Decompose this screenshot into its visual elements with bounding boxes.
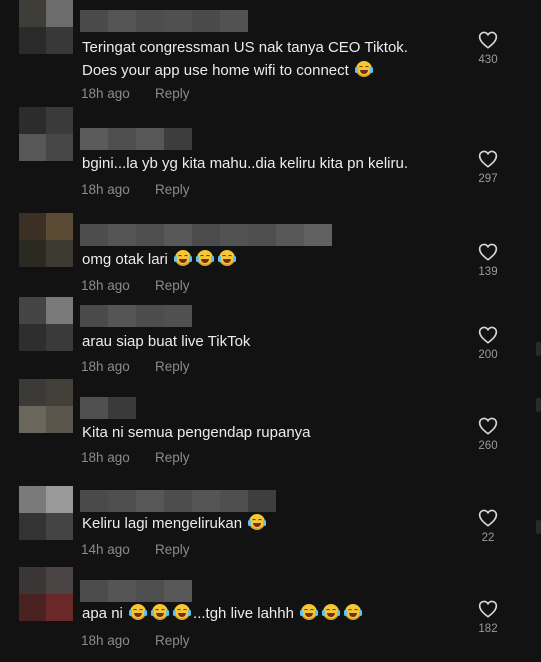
laughing-emoji-icon <box>174 250 193 266</box>
reply-button[interactable]: Reply <box>155 182 190 197</box>
laughing-emoji-icon <box>322 604 341 620</box>
laughing-emoji-icon <box>355 61 373 77</box>
like-button[interactable]: 297 <box>472 150 504 185</box>
timestamp: 18h ago <box>81 359 130 374</box>
avatar[interactable] <box>19 213 73 267</box>
comment-text: apa ni ...tgh live lahhh <box>82 602 364 625</box>
comment-text: Keliru lagi mengelirukan <box>82 512 268 535</box>
heart-outline-icon <box>472 326 504 344</box>
scrollbar-mark[interactable] <box>536 398 541 412</box>
comment-text: arau siap buat live TikTok <box>82 333 251 350</box>
reply-button[interactable]: Reply <box>155 542 190 557</box>
scrollbar-mark[interactable] <box>536 342 541 356</box>
username-censored[interactable] <box>80 224 332 246</box>
reply-button[interactable]: Reply <box>155 450 190 465</box>
heart-outline-icon <box>472 243 504 261</box>
username-censored[interactable] <box>80 305 192 327</box>
like-button[interactable]: 182 <box>472 600 504 635</box>
avatar[interactable] <box>19 0 73 54</box>
comment-meta: 18h ago Reply <box>81 86 190 101</box>
timestamp: 14h ago <box>81 542 130 557</box>
like-button[interactable]: 430 <box>472 31 504 66</box>
heart-outline-icon <box>472 509 504 527</box>
like-count: 430 <box>478 54 498 66</box>
username-censored[interactable] <box>80 490 276 512</box>
like-button[interactable]: 260 <box>472 417 504 452</box>
avatar[interactable] <box>19 107 73 161</box>
reply-button[interactable]: Reply <box>155 359 190 374</box>
username-censored[interactable] <box>80 128 192 150</box>
timestamp: 18h ago <box>81 633 130 648</box>
timestamp: 18h ago <box>81 182 130 197</box>
comment-meta: 18h ago Reply <box>81 633 190 648</box>
like-count: 22 <box>481 532 495 544</box>
like-count: 200 <box>478 349 498 361</box>
laughing-emoji-icon <box>151 604 170 620</box>
avatar[interactable] <box>19 486 73 540</box>
laughing-emoji-icon <box>173 604 192 620</box>
comment-meta: 18h ago Reply <box>81 359 190 374</box>
reply-button[interactable]: Reply <box>155 278 190 293</box>
heart-outline-icon <box>472 600 504 618</box>
heart-outline-icon <box>472 417 504 435</box>
comment-meta: 18h ago Reply <box>81 450 190 465</box>
username-censored[interactable] <box>80 580 192 602</box>
laughing-emoji-icon <box>344 604 363 620</box>
comment-text: Does your app use home wifi to connect <box>82 59 375 82</box>
comment-text: bgini...la yb yg kita mahu..dia keliru k… <box>82 155 408 172</box>
username-censored[interactable] <box>80 397 136 419</box>
avatar[interactable] <box>19 567 73 621</box>
heart-outline-icon <box>472 31 504 49</box>
laughing-emoji-icon <box>196 250 215 266</box>
laughing-emoji-icon <box>248 514 267 530</box>
like-count: 139 <box>478 266 498 278</box>
like-button[interactable]: 200 <box>472 326 504 361</box>
like-button[interactable]: 139 <box>472 243 504 278</box>
comment-text: Kita ni semua pengendap rupanya <box>82 424 311 441</box>
avatar[interactable] <box>19 379 73 433</box>
comment-text: omg otak lari <box>82 248 238 271</box>
like-button[interactable]: 22 <box>472 509 504 544</box>
like-count: 297 <box>478 173 498 185</box>
timestamp: 18h ago <box>81 278 130 293</box>
like-count: 182 <box>478 623 498 635</box>
username-censored[interactable] <box>80 10 248 32</box>
timestamp: 18h ago <box>81 450 130 465</box>
reply-button[interactable]: Reply <box>155 633 190 648</box>
laughing-emoji-icon <box>300 604 319 620</box>
reply-button[interactable]: Reply <box>155 86 190 101</box>
comment-meta: 18h ago Reply <box>81 278 190 293</box>
laughing-emoji-icon <box>218 250 237 266</box>
heart-outline-icon <box>472 150 504 168</box>
scrollbar-mark[interactable] <box>536 520 541 534</box>
timestamp: 18h ago <box>81 86 130 101</box>
comment-meta: 14h ago Reply <box>81 542 190 557</box>
comment-text: Teringat congressman US nak tanya CEO Ti… <box>82 39 408 56</box>
like-count: 260 <box>478 440 498 452</box>
comment-meta: 18h ago Reply <box>81 182 190 197</box>
avatar[interactable] <box>19 297 73 351</box>
laughing-emoji-icon <box>129 604 148 620</box>
